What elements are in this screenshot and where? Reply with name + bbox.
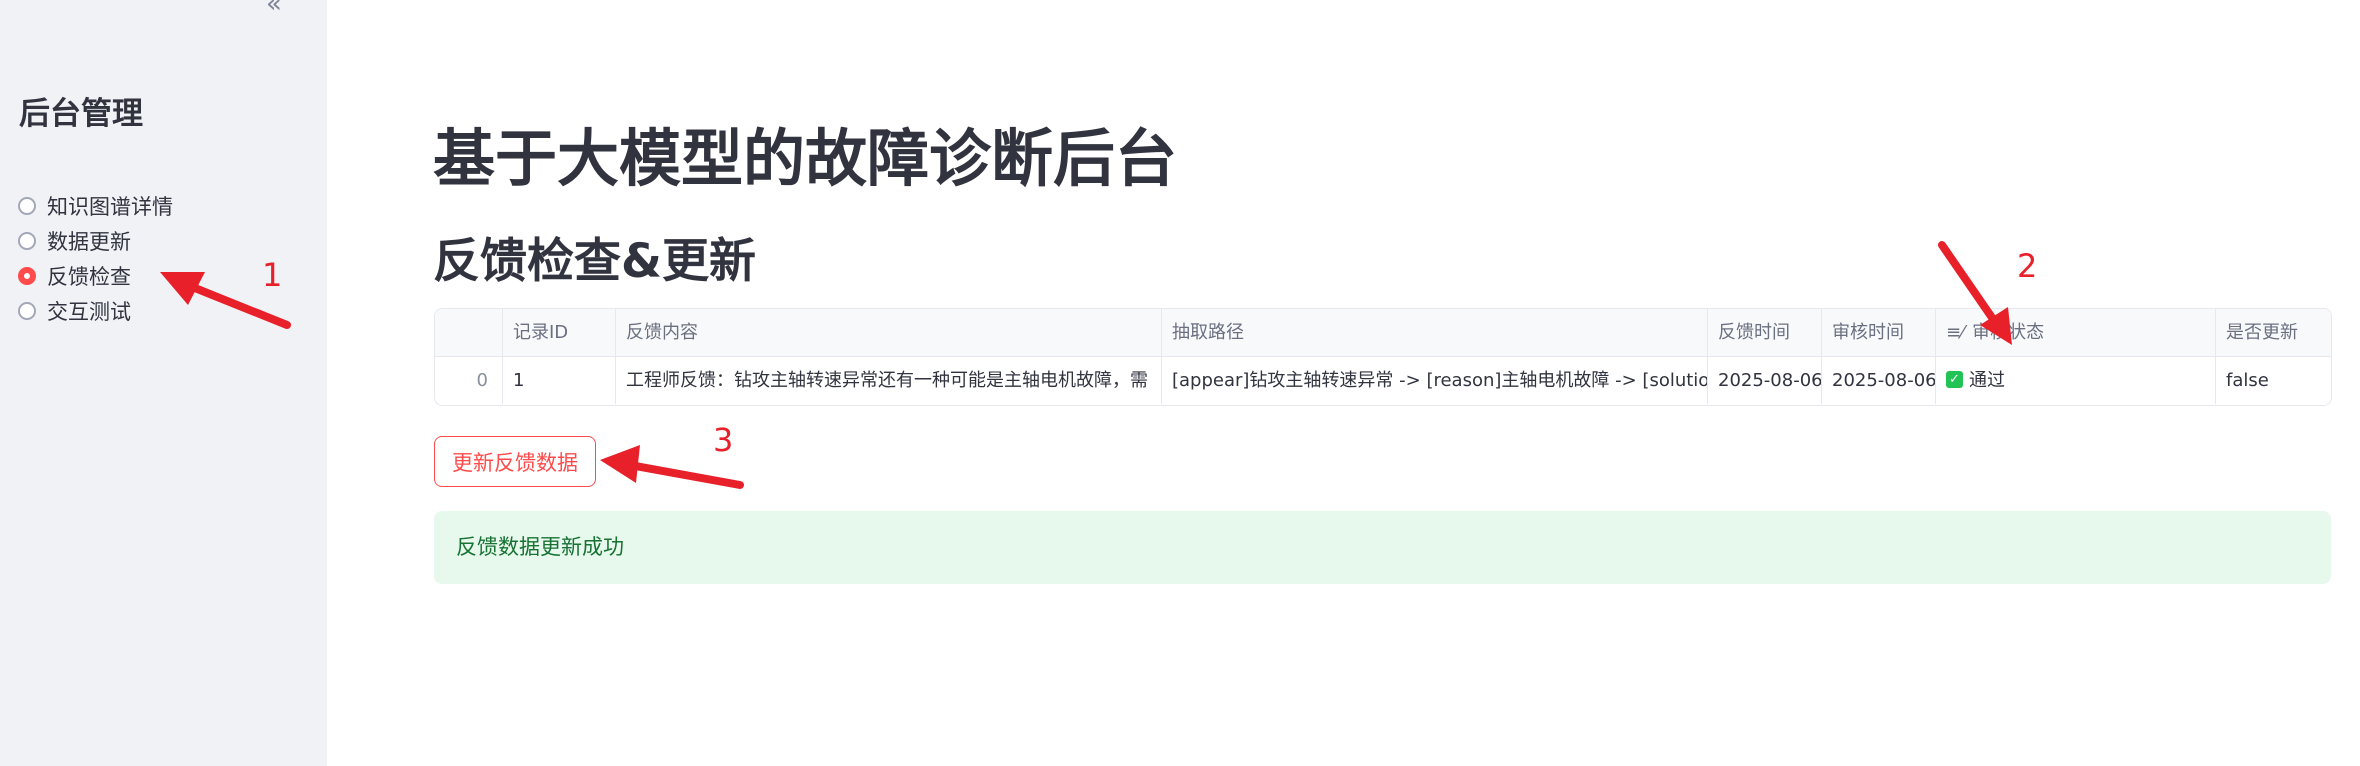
nav-item-label: 交互测试 [47,299,131,324]
nav-item-label: 知识图谱详情 [47,194,173,219]
radio-unselected-icon[interactable] [18,196,36,215]
cell-review-time[interactable]: 2025-08-06T1 [1822,357,1936,404]
nav-item-feedback-check[interactable]: 反馈检查 [18,258,173,293]
column-header-label: 审核状态 [1972,322,2045,343]
table-row[interactable]: 0 1 工程师反馈：钻攻主轴转速异常还有一种可能是主轴电机故障，需 [appea… [435,357,2331,404]
success-alert: 反馈数据更新成功 [434,511,2331,584]
page-title: 基于大模型的故障诊断后台 [433,122,1178,195]
annotation-label-1: 1 [262,256,283,294]
nav-item-label: 反馈检查 [47,264,131,289]
status-label: 通过 [1969,370,2005,391]
cell-feedback-content[interactable]: 工程师反馈：钻攻主轴转速异常还有一种可能是主轴电机故障，需 [616,357,1162,404]
nav-item-data-update[interactable]: 数据更新 [18,223,173,258]
radio-unselected-icon[interactable] [18,231,36,250]
sidebar-title: 后台管理 [19,96,143,132]
cell-extraction-path[interactable]: [appear]钻攻主轴转速异常 -> [reason]主轴电机故障 -> [s… [1162,357,1708,404]
nav-radio-group: 知识图谱详情 数据更新 反馈检查 交互测试 [18,188,173,328]
cell-feedback-time[interactable]: 2025-08-06T1 [1708,357,1822,404]
column-header-feedback-content[interactable]: 反馈内容 [616,309,1162,356]
column-header-review-status[interactable]: ≡⁄ 审核状态 [1936,309,2216,356]
app-root: « 后台管理 知识图谱详情 数据更新 反馈检查 交互测试 基于大模型的故障诊断后… [0,0,2360,766]
cell-review-status[interactable]: ✓ 通过 [1936,357,2216,404]
nav-item-label: 数据更新 [47,229,131,254]
annotation-label-2: 2 [2017,247,2038,285]
nav-item-interaction-test[interactable]: 交互测试 [18,293,173,328]
cell-record-id[interactable]: 1 [503,357,616,404]
cell-is-updated[interactable]: false [2216,357,2331,404]
check-icon: ✓ [1946,371,1963,388]
column-header-is-updated[interactable]: 是否更新 [2216,309,2331,356]
update-feedback-button[interactable]: 更新反馈数据 [434,436,596,487]
column-header-extraction-path[interactable]: 抽取路径 [1162,309,1708,356]
section-title: 反馈检查&更新 [433,234,756,289]
column-header-index[interactable] [435,309,503,356]
edit-column-icon: ≡⁄ [1946,322,1965,343]
nav-item-knowledge-graph[interactable]: 知识图谱详情 [18,188,173,223]
annotation-label-3: 3 [713,421,734,459]
collapse-sidebar-icon[interactable]: « [256,0,292,18]
column-header-review-time[interactable]: 审核时间 [1822,309,1936,356]
column-header-feedback-time[interactable]: 反馈时间 [1708,309,1822,356]
table-header-row: 记录ID 反馈内容 抽取路径 反馈时间 审核时间 ≡⁄ 审核状态 是否更新 [435,309,2331,357]
radio-selected-icon[interactable] [18,266,36,285]
row-index: 0 [435,357,503,404]
feedback-table[interactable]: 记录ID 反馈内容 抽取路径 反馈时间 审核时间 ≡⁄ 审核状态 是否更新 0 1… [434,308,2332,406]
radio-unselected-icon[interactable] [18,301,36,320]
column-header-record-id[interactable]: 记录ID [503,309,616,356]
sidebar: « 后台管理 知识图谱详情 数据更新 反馈检查 交互测试 [0,0,327,766]
